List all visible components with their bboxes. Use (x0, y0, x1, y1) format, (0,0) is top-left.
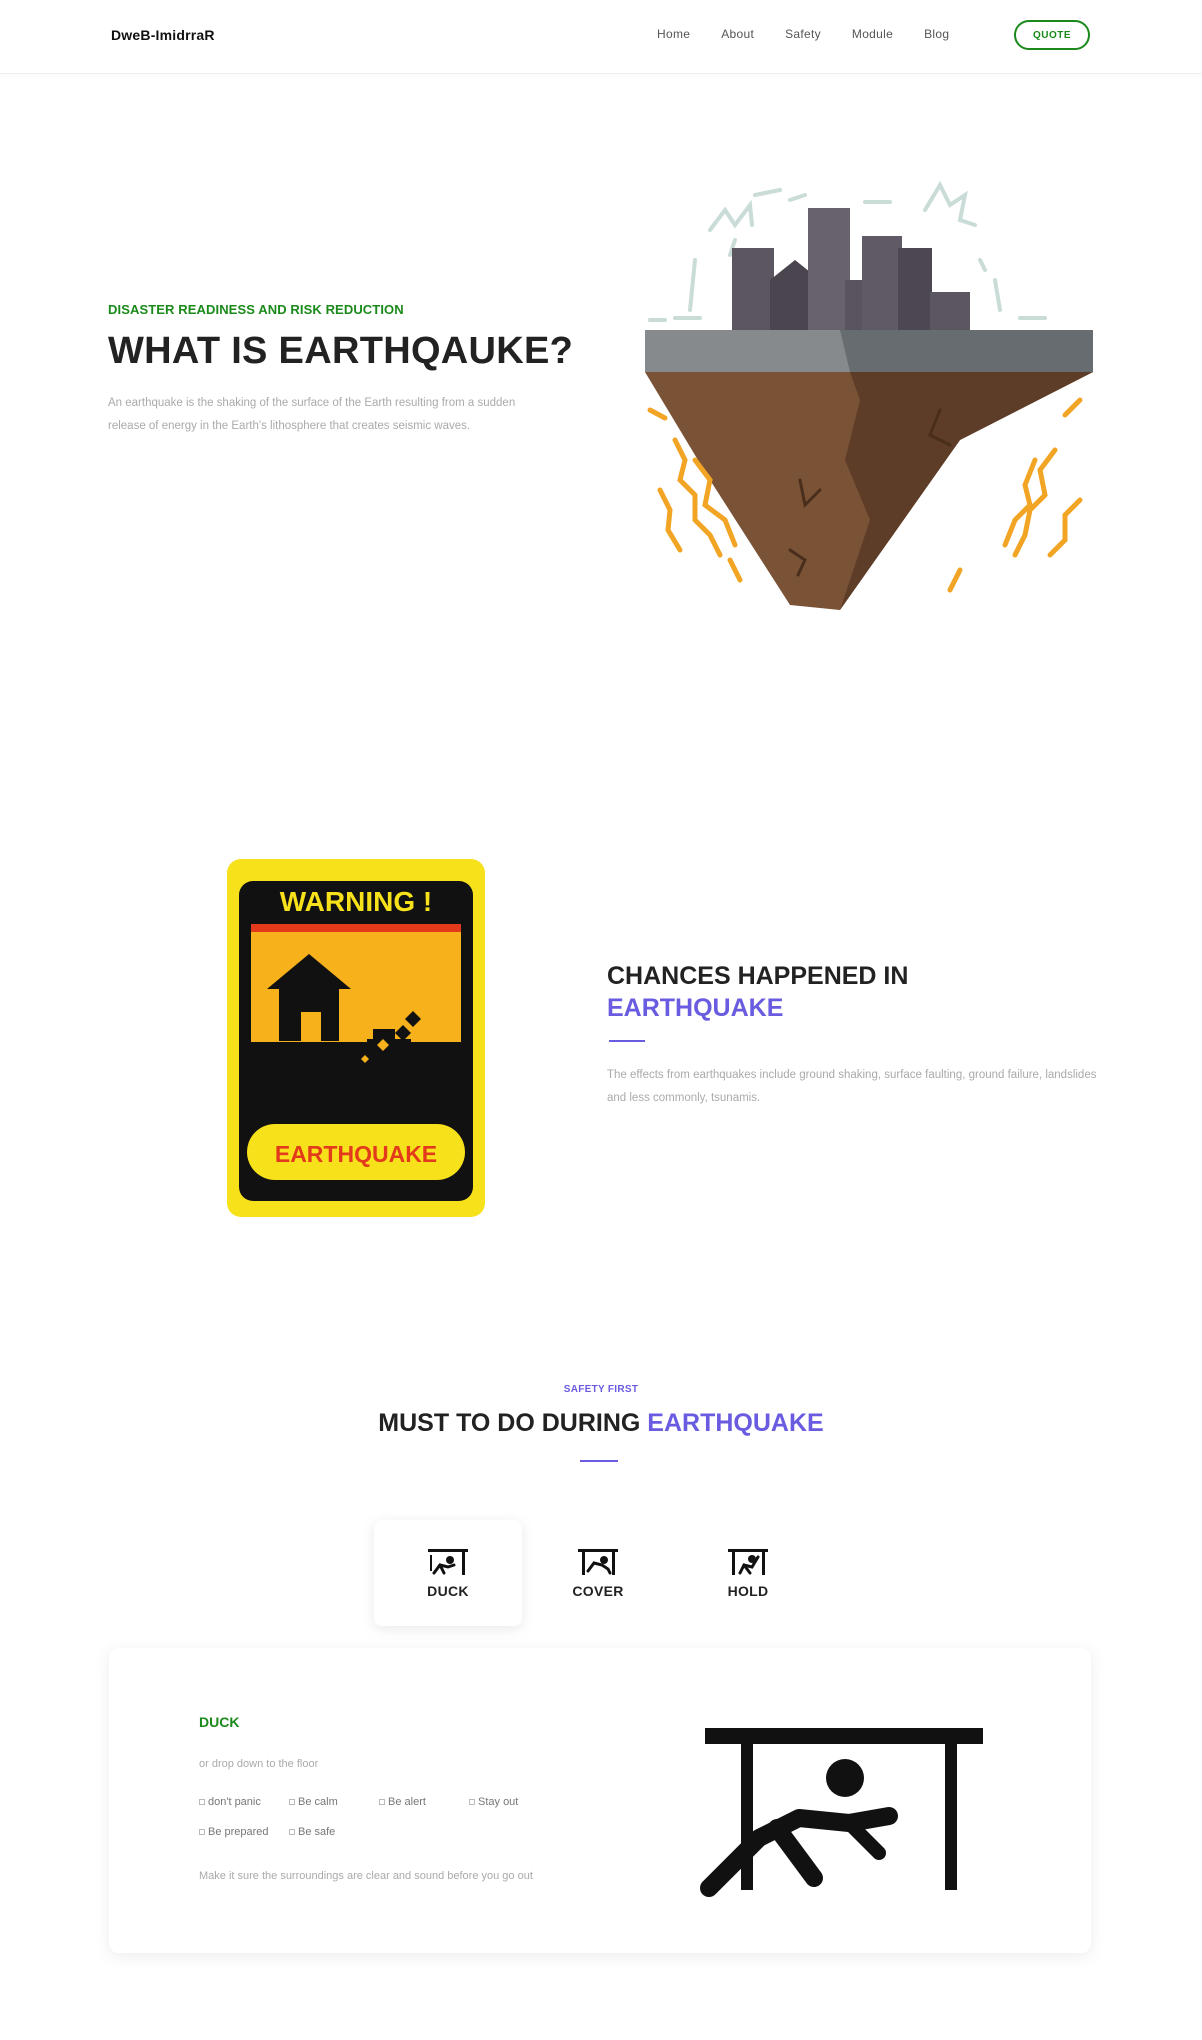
tab-hold[interactable]: HOLD (674, 1520, 822, 1626)
chances-title-line1: CHANCES HAPPENED IN (607, 962, 909, 990)
tip-item: Be alert (379, 1796, 469, 1808)
quote-button[interactable]: QUOTE (1014, 20, 1090, 50)
must-do-title-main: MUST TO DO DURING (378, 1409, 648, 1437)
chances-description: The effects from earthquakes include gro… (607, 1069, 1097, 1104)
nav-home[interactable]: Home (657, 27, 690, 41)
nav-blog[interactable]: Blog (924, 27, 949, 41)
must-do-title-accent: EARTHQUAKE (647, 1409, 824, 1437)
panel-subtitle: or drop down to the floor (199, 1758, 319, 1770)
tab-cover[interactable]: COVER (524, 1520, 672, 1626)
earthquake-island-illustration (645, 180, 1093, 610)
hero-eyebrow: DISASTER READINESS AND RISK REDUCTION (108, 302, 404, 317)
hold-icon (728, 1549, 768, 1575)
nav-module[interactable]: Module (852, 27, 893, 41)
nav-about[interactable]: About (721, 27, 754, 41)
warning-sign-header: WARNING ! (280, 886, 432, 917)
hero-description: An earthquake is the shaking of the surf… (108, 397, 516, 432)
chances-title: CHANCES HAPPENED IN EARTHQUAKE (607, 960, 908, 1024)
must-do-divider (580, 1460, 618, 1462)
checkbox-icon (289, 1799, 295, 1805)
tip-item: Be prepared (199, 1826, 289, 1838)
site-logo[interactable]: DweB-ImidrraR (111, 27, 215, 43)
duck-illustration (700, 1728, 983, 1897)
must-do-eyebrow: SAFETY FIRST (563, 1384, 639, 1395)
checkbox-icon (199, 1799, 205, 1805)
duck-panel: DUCK or drop down to the floor don't pan… (109, 1648, 1091, 1953)
checkbox-icon (199, 1829, 205, 1835)
checkbox-icon (289, 1829, 295, 1835)
nav-safety[interactable]: Safety (785, 27, 821, 41)
cover-icon (578, 1549, 618, 1575)
site-header: DweB-ImidrraR Home About Safety Module B… (0, 0, 1202, 74)
tab-duck[interactable]: DUCK (374, 1520, 522, 1626)
tab-hold-label: HOLD (727, 1583, 769, 1599)
checkbox-icon (379, 1799, 385, 1805)
duck-icon (428, 1549, 468, 1575)
panel-title: DUCK (199, 1714, 240, 1730)
main-nav: Home About Safety Module Blog (657, 27, 980, 41)
hero-title: WHAT IS EARTHQAUKE? (108, 330, 574, 372)
checkbox-icon (469, 1799, 475, 1805)
chances-title-accent: EARTHQUAKE (607, 994, 784, 1022)
tip-item: don't panic (199, 1796, 289, 1808)
must-do-title: MUST TO DO DURING EARTHQUAKE (0, 1409, 1202, 1438)
panel-note: Make it sure the surroundings are clear … (199, 1870, 533, 1882)
warning-sign-label: EARTHQUAKE (275, 1141, 437, 1167)
chances-divider (609, 1040, 645, 1042)
tip-item: Be safe (289, 1826, 379, 1838)
tips-list: don't panic Be calm Be alert Stay out Be… (199, 1796, 619, 1856)
tab-cover-label: COVER (572, 1583, 624, 1599)
tip-item: Stay out (469, 1796, 559, 1808)
tip-item: Be calm (289, 1796, 379, 1808)
tab-duck-label: DUCK (427, 1583, 469, 1599)
warning-sign-illustration: WARNING ! EARTHQUAKE (227, 859, 485, 1217)
